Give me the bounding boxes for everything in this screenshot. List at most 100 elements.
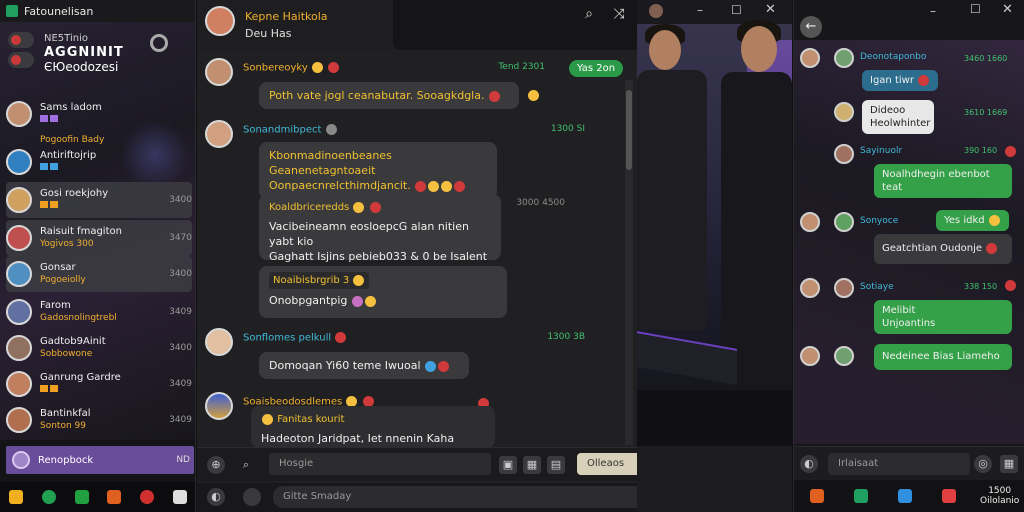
home-icon[interactable] [9,490,24,504]
badge-icon [50,201,58,208]
close-icon[interactable]: ✕ [765,2,776,17]
emoji-icon [1005,146,1016,157]
emoji-icon [311,62,323,73]
minimize-icon[interactable]: – [930,4,936,18]
message-bubble[interactable]: Noalhdhegin ebenbot teat [874,164,1012,198]
music-icon[interactable] [942,489,956,503]
message-bubble[interactable]: Domoqan Yi60 teme Iwuoal [259,352,469,379]
contact-name: Raisuit fmagiton [40,226,122,237]
home-icon[interactable] [810,489,824,503]
translate-input[interactable]: Olleaos [577,453,637,475]
new-chat-button[interactable]: Renopbock ND [6,446,194,474]
message-input[interactable]: Hosgie [269,453,491,475]
avatar-small[interactable] [243,488,261,506]
clock-time: 1500 [988,486,1012,496]
close-icon[interactable]: ✕ [1002,2,1013,17]
message-bubble[interactable]: Noaibisbrgrib 3 Onobpgantpig [259,266,507,318]
maximize-icon[interactable]: ☐ [731,3,742,17]
voice-icon[interactable]: ◐ [800,455,818,473]
chrome-icon[interactable] [41,490,56,504]
avatar [6,371,32,397]
message-bubble[interactable]: Nedeinee Bias Liameho [874,344,1012,370]
message-bubble[interactable]: Poth vate jogl ceanabutar. Sooagkdgla. [259,82,519,109]
image-icon[interactable]: ▤ [547,456,565,474]
apps-grid-icon[interactable] [172,490,187,504]
contact-item[interactable]: Bantinkfal Sonton 99 3409 [6,402,192,438]
app-title: Fatounelisan [24,4,94,18]
camera-icon[interactable]: ◎ [974,455,992,473]
message-time: 338 150 [964,282,998,291]
secondary-input[interactable]: Gitte Smaday [273,486,637,508]
message-bubble[interactable]: Dideoo Heolwhinter [862,100,934,134]
contact-item[interactable]: Farom Gadosnolingtrebl 3409 [6,294,192,330]
contact-item[interactable]: Ganrung Gardre 3409 [6,366,192,402]
contact-sub: Pogoeiolly [40,275,86,285]
contact-item[interactable]: Raisuit fmagiton Yogivos 300 3470 [6,220,192,256]
maximize-icon[interactable]: ☐ [970,2,981,16]
status-toggles[interactable] [8,32,38,76]
avatar [800,48,820,68]
message-bubble[interactable]: Igan tiwr [862,70,939,91]
image-icon[interactable]: ▦ [1000,455,1018,473]
store-icon[interactable] [107,490,122,504]
avatar [800,278,820,298]
message: Nedeinee Bias Liameho [800,344,1022,374]
floor [637,390,792,446]
message-bubble[interactable]: Kbonmadinoenbeanes Geanenetagntoaeit Oon… [259,142,497,199]
badge-icon [40,385,48,392]
avatar [205,392,233,420]
voice-icon[interactable]: ◐ [207,488,225,506]
mail-icon[interactable] [74,490,89,504]
message-bubble[interactable]: Yes idkd [936,210,1009,231]
clock[interactable]: 1500 Oilolanio [980,486,1019,506]
status-toggle[interactable] [8,32,34,48]
badge-icon [40,115,48,122]
gif-icon[interactable]: ▦ [523,456,541,474]
gear-icon[interactable] [150,34,168,52]
contact-sub: Sobbowone [40,349,93,359]
sticker-icon[interactable]: ▣ [499,456,517,474]
message-bubble[interactable]: Melibit Unjoantins [874,300,1012,334]
search-icon[interactable]: ⌕ [237,456,255,474]
scrollbar-thumb[interactable] [626,90,632,170]
avatar [800,212,820,232]
message-bubble[interactable]: Koaldbriceredds Vacibeineamn eosloepcG a… [259,194,501,278]
contact-name: Gonsar [40,262,76,273]
message-time: 390 160 [964,146,998,155]
status-toggle[interactable] [8,52,34,68]
app-icon [6,5,18,17]
contact-sub: Yogivos 300 [40,239,94,249]
search-icon[interactable]: ⌕ [581,6,597,22]
secondary-composer: ◐ Irlaisaat ◎ ▦ [794,446,1024,480]
contact-item[interactable]: Gadtob9Ainit Sobbowone 3400 [6,330,192,366]
clock-sub: Oilolanio [980,496,1020,506]
soldier-head [741,26,777,72]
chat-contact-name: Kepne Haitkola [245,10,328,23]
contact-item[interactable]: Gosi roekjohy 3400 [6,182,192,218]
contact-item[interactable]: Gonsar Pogoeiolly 3400 [6,256,192,292]
music-icon[interactable] [139,490,154,504]
contact-item[interactable]: Antiriftojrip [6,144,192,180]
message-time: Tend 2301 [498,62,545,72]
attach-icon[interactable]: ⊕ [207,456,225,474]
back-icon[interactable]: ← [800,16,822,38]
contact-time: 3409 [169,415,192,425]
message-bubble[interactable]: Fanitas kourit Hadeoton Jaridpat, Iet nn… [251,406,495,448]
avatar [6,187,32,213]
message-bubble[interactable]: Geatchtian Oudonje [874,234,1012,264]
secondary-message-input[interactable]: Irlaisaat [828,453,970,475]
avatar[interactable] [205,6,235,36]
message-sender: Sayinuolr [860,146,903,156]
compose-icon [12,451,30,469]
mail-icon[interactable] [854,489,868,503]
browser-icon[interactable] [898,489,912,503]
emoji-icon[interactable] [528,90,539,101]
chat-scrollbar[interactable] [625,80,633,445]
shuffle-icon[interactable]: ⤨ [611,6,627,22]
message: Soaisbeodosdlemes Fanitas kourit Hadeoto… [205,392,625,448]
emoji-icon [328,62,340,73]
contact-name: Gosi roekjohy [40,188,109,199]
game-panel-footer [637,446,792,512]
minimize-icon[interactable]: – [697,3,703,17]
desktop: Fatounelisan NE5Tinio AGGNINIT ЄЮeodozes… [0,0,1024,512]
